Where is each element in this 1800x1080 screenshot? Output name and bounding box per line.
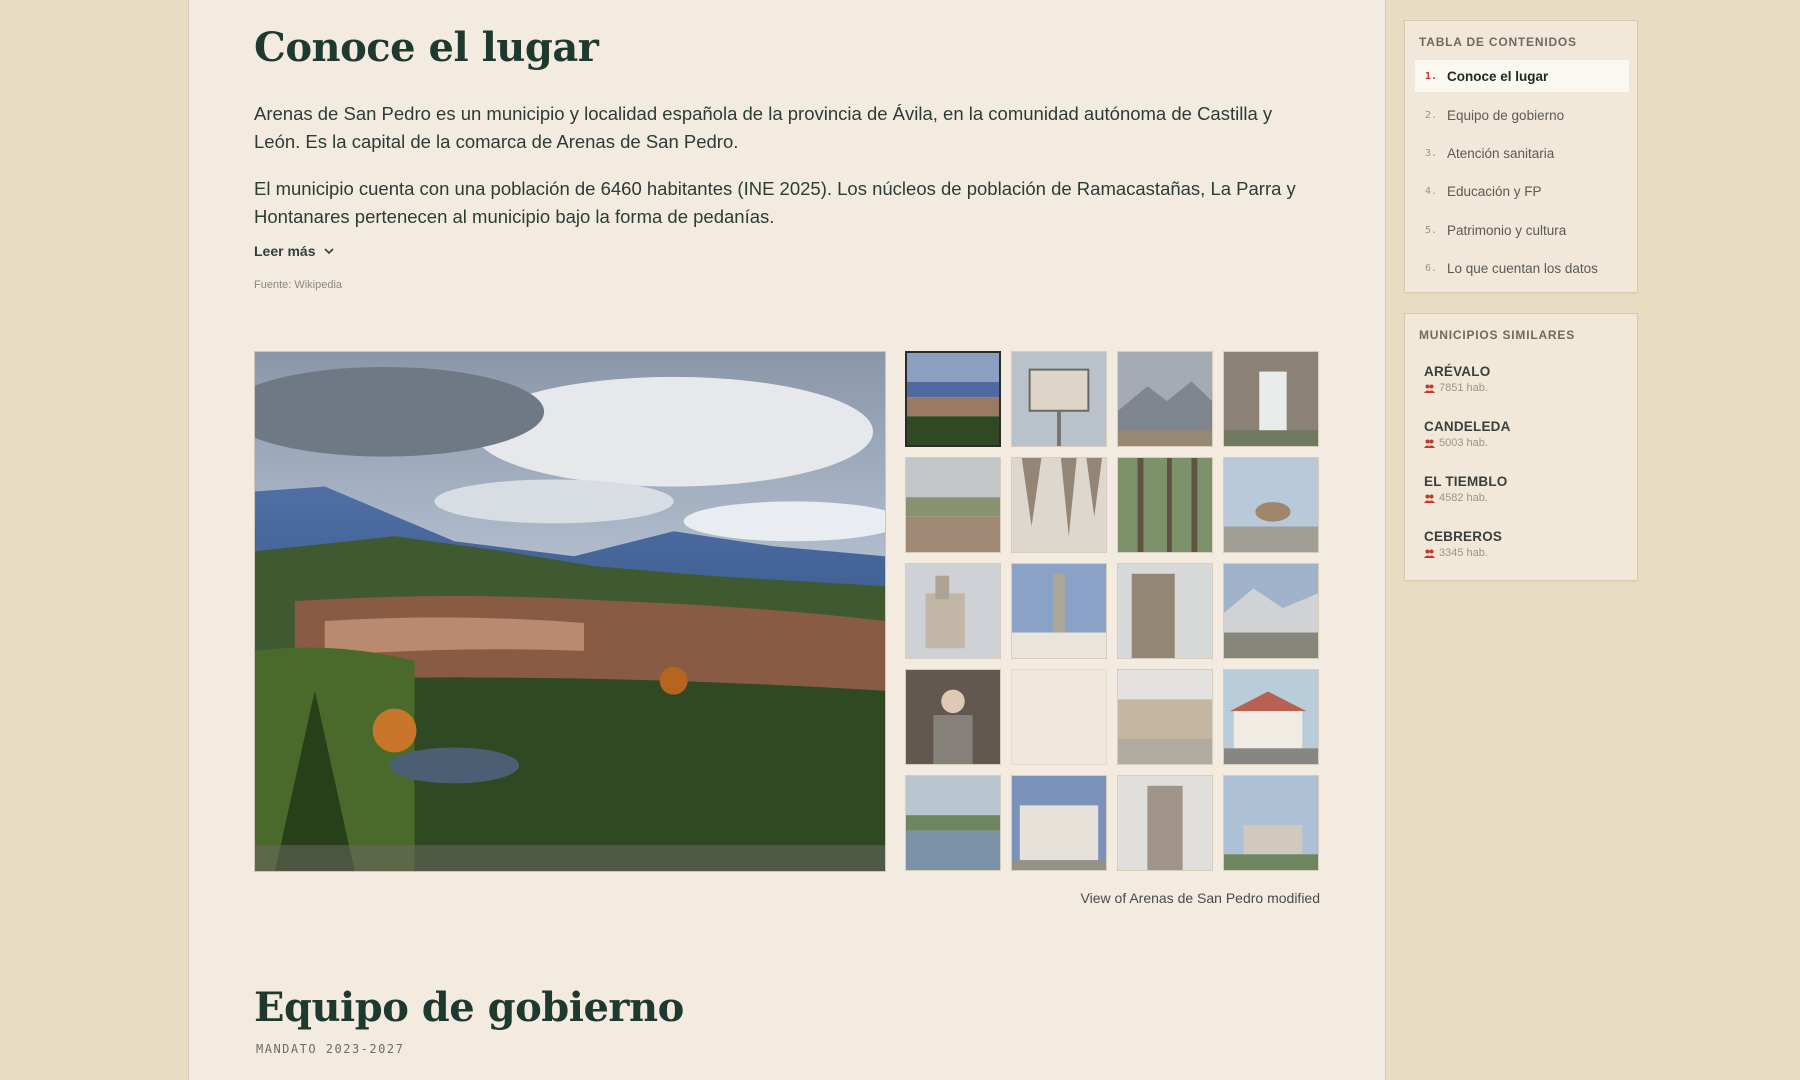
municipality-population: 5003 hab. [1424, 437, 1624, 449]
thumb-sign[interactable] [1011, 351, 1107, 447]
thumb-snowy-peaks[interactable] [1223, 563, 1319, 659]
people-icon [1424, 439, 1435, 448]
toc-title: TABLA DE CONTENIDOS [1419, 35, 1577, 49]
toc-item-sanitaria[interactable]: 3. Atención sanitaria [1415, 137, 1629, 169]
main-gallery-photo[interactable] [254, 351, 886, 872]
similar-item-arevalo[interactable]: ARÉVALO 7851 hab. [1424, 364, 1624, 394]
similar-item-el-tiemblo[interactable]: EL TIEMBLO 4582 hab. [1424, 474, 1624, 504]
read-more-button[interactable]: Leer más [254, 243, 335, 259]
thumb-arcade[interactable] [1117, 669, 1213, 765]
municipality-population: 4582 hab. [1424, 492, 1624, 504]
thumbnail-grid [905, 351, 1319, 871]
toc-label: Educación y FP [1447, 183, 1542, 199]
toc-number: 6. [1425, 262, 1438, 274]
population-value: 7851 hab. [1439, 382, 1488, 394]
thumb-village[interactable] [905, 457, 1001, 553]
similar-item-cebreros[interactable]: CEBREROS 3345 hab. [1424, 529, 1624, 559]
thumb-house[interactable] [1223, 669, 1319, 765]
thumb-castle[interactable] [1117, 775, 1213, 871]
people-icon [1424, 549, 1435, 558]
toc-item-patrimonio[interactable]: 5. Patrimonio y cultura [1415, 214, 1629, 246]
toc-number: 1. [1425, 70, 1438, 82]
toc-label: Conoce el lugar [1447, 68, 1549, 84]
table-of-contents: TABLA DE CONTENIDOS 1. Conoce el lugar 2… [1404, 20, 1638, 293]
toc-label: Atención sanitaria [1447, 145, 1555, 161]
municipality-name: EL TIEMBLO [1424, 474, 1508, 489]
population-value: 4582 hab. [1439, 492, 1488, 504]
toc-item-equipo[interactable]: 2. Equipo de gobierno [1415, 99, 1629, 131]
toc-number: 4. [1425, 185, 1438, 197]
population-paragraph: El municipio cuenta con una población de… [254, 178, 1296, 227]
thumb-column[interactable] [1011, 563, 1107, 659]
thumb-mountains[interactable] [1117, 351, 1213, 447]
main-column: Conoce el lugar Arenas de San Pedro es u… [188, 0, 1386, 1080]
toc-item-datos[interactable]: 6. Lo que cuentan los datos [1415, 252, 1629, 284]
municipality-population: 7851 hab. [1424, 382, 1624, 394]
toc-label: Equipo de gobierno [1447, 107, 1565, 123]
thumb-town-view[interactable] [905, 351, 1001, 447]
section-title-equipo: Equipo de gobierno [254, 984, 684, 1031]
similar-municipalities: MUNICIPIOS SIMILARES ARÉVALO 7851 hab. C… [1404, 313, 1638, 581]
source-note: Fuente: Wikipedia [254, 279, 343, 291]
thumb-lake[interactable] [905, 775, 1001, 871]
toc-item-conoce[interactable]: 1. Conoce el lugar [1415, 60, 1629, 92]
municipality-name: CANDELEDA [1424, 419, 1511, 434]
thumb-cave[interactable] [1011, 457, 1107, 553]
toc-number: 2. [1425, 109, 1438, 121]
thumb-forest[interactable] [1117, 457, 1213, 553]
chevron-down-icon [324, 248, 335, 255]
municipality-population: 3345 hab. [1424, 547, 1624, 559]
people-icon [1424, 494, 1435, 503]
similar-item-candeleda[interactable]: CANDELEDA 5003 hab. [1424, 419, 1624, 449]
toc-item-educacion[interactable]: 4. Educación y FP [1415, 175, 1629, 207]
section-title-conoce: Conoce el lugar [254, 24, 599, 71]
thumb-tower[interactable] [1117, 563, 1213, 659]
people-icon [1424, 384, 1435, 393]
thumb-church[interactable] [905, 563, 1001, 659]
mandate-label: MANDATO 2023-2027 [256, 1042, 405, 1056]
toc-label: Lo que cuentan los datos [1447, 260, 1598, 276]
thumb-waterfall[interactable] [1223, 351, 1319, 447]
population-value: 5003 hab. [1439, 437, 1488, 449]
toc-number: 5. [1425, 224, 1438, 236]
gallery-caption: View of Arenas de San Pedro modified [1080, 890, 1320, 906]
read-more-label: Leer más [254, 243, 316, 259]
municipality-name: ARÉVALO [1424, 364, 1491, 379]
toc-number: 3. [1425, 147, 1438, 159]
municipality-name: CEBREROS [1424, 529, 1503, 544]
thumb-ibex[interactable] [1223, 457, 1319, 553]
similar-title: MUNICIPIOS SIMILARES [1419, 328, 1576, 342]
thumb-estate[interactable] [1223, 775, 1319, 871]
thumb-portrait[interactable] [905, 669, 1001, 765]
toc-label: Patrimonio y cultura [1447, 222, 1567, 238]
thumb-empty[interactable] [1011, 669, 1107, 765]
thumb-palace[interactable] [1011, 775, 1107, 871]
population-value: 3345 hab. [1439, 547, 1488, 559]
intro-paragraph: Arenas de San Pedro es un municipio y lo… [254, 103, 1273, 152]
